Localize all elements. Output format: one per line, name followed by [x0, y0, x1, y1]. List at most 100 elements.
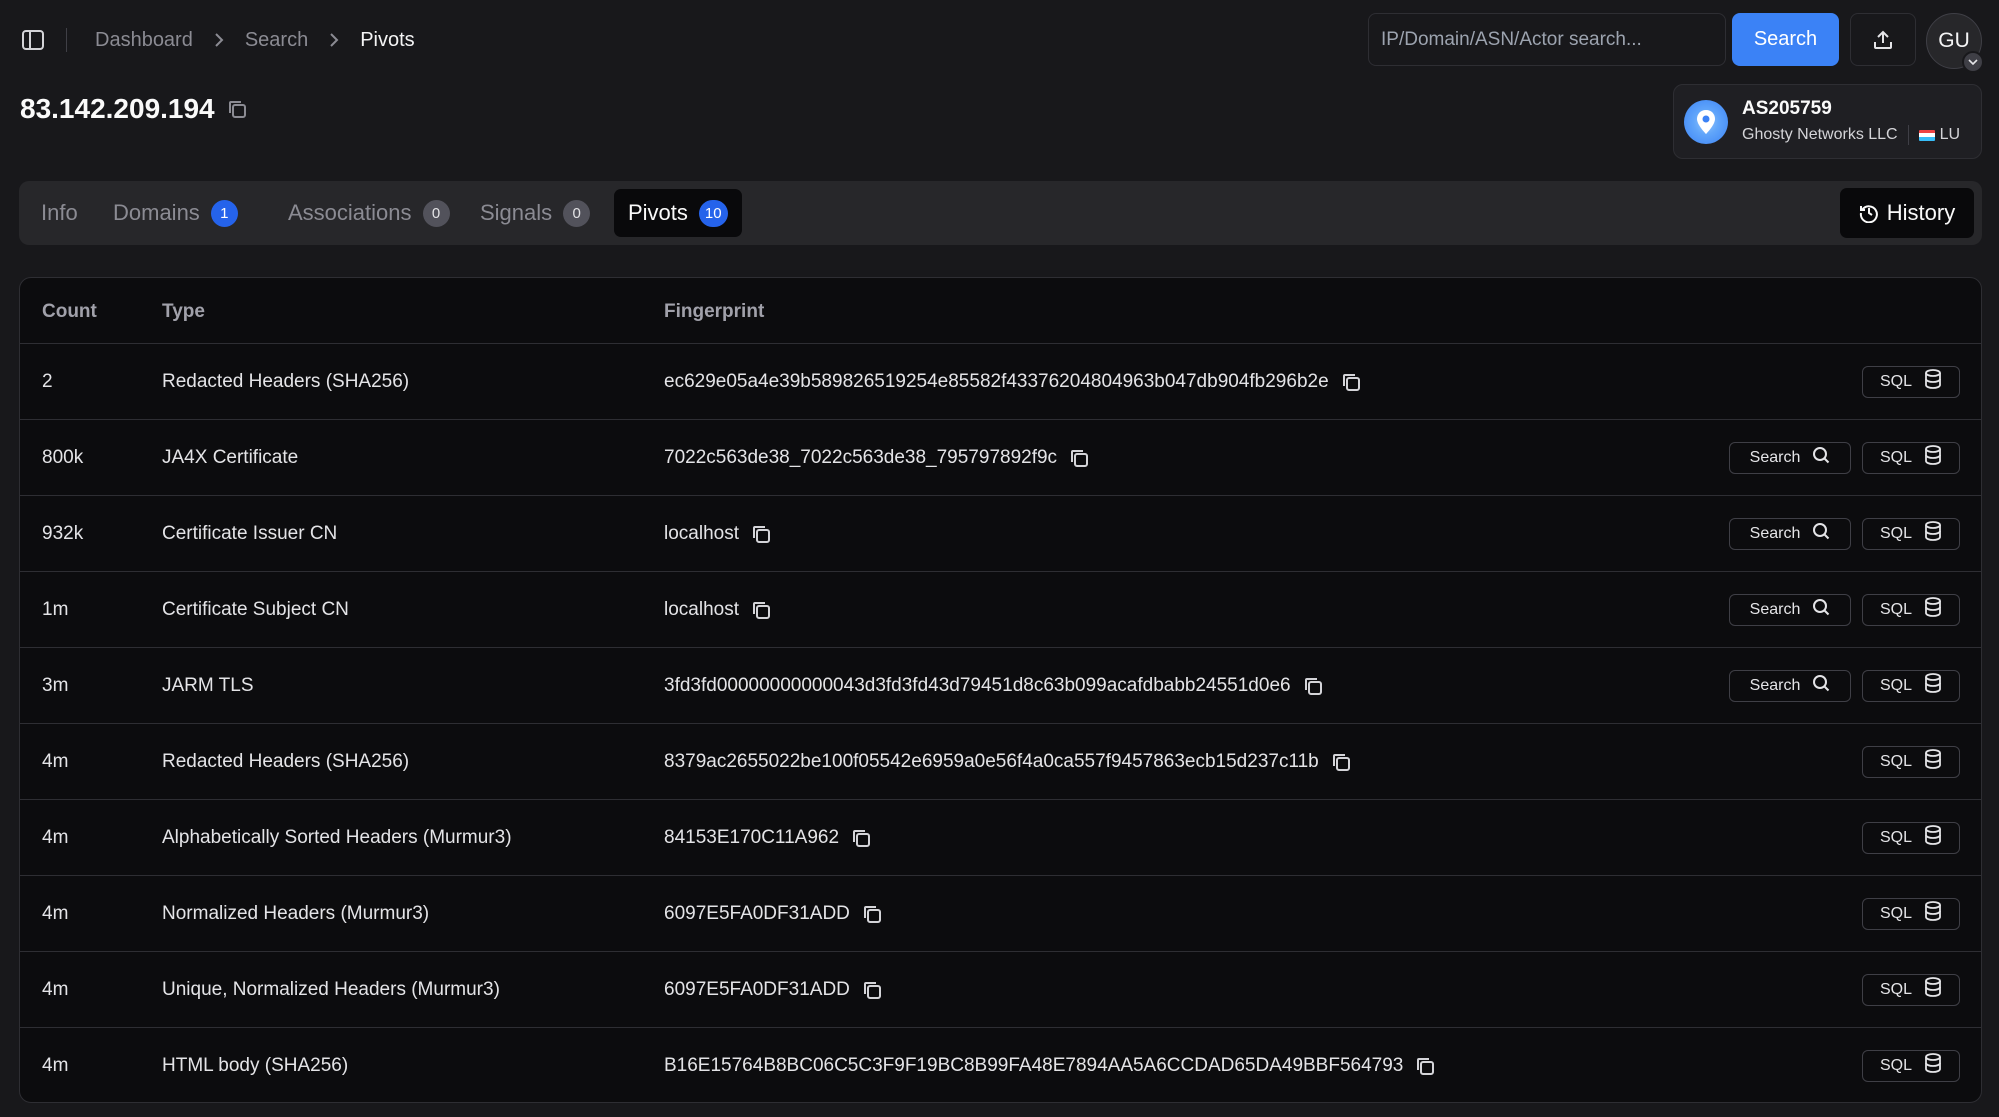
column-header-fingerprint[interactable]: Fingerprint: [664, 301, 764, 323]
search-button[interactable]: Search: [1732, 13, 1839, 66]
search-button-label: Search: [1749, 600, 1801, 618]
row-actions: SQL: [1862, 876, 1960, 951]
copy-icon[interactable]: [751, 524, 771, 544]
copy-icon[interactable]: [1069, 448, 1089, 468]
tab-label: Domains: [113, 200, 200, 225]
database-icon: [1924, 901, 1942, 926]
copy-icon[interactable]: [1341, 372, 1361, 392]
table-row: 4m HTML body (SHA256) B16E15764B8BC06C5C3F…: [20, 1028, 1981, 1102]
table-row: 2 Redacted Headers (SHA256) ec629e05a4e39b…: [20, 344, 1981, 420]
copy-icon[interactable]: [862, 980, 882, 1000]
search-button[interactable]: Search: [1729, 669, 1851, 702]
type-cell: Certificate Subject CN: [162, 598, 349, 620]
breadcrumb-pivots: Pivots: [360, 28, 415, 51]
type-cell: Normalized Headers (Murmur3): [162, 902, 430, 924]
type-cell: HTML body (SHA256): [162, 1054, 349, 1076]
tab-info[interactable]: Info: [27, 189, 92, 237]
divider: [66, 28, 67, 52]
database-icon: [1924, 673, 1942, 698]
tabs-bar: Info Domains 1 Associations 0 Signals 0 …: [19, 181, 1982, 245]
fingerprint-value: localhost: [664, 598, 739, 620]
fingerprint-cell: 84153E170C11A962: [664, 800, 871, 875]
count-cell: 4m: [42, 750, 69, 772]
asn-number: AS205759: [1742, 98, 1832, 119]
count-cell: 2: [42, 370, 53, 392]
database-icon: [1924, 597, 1942, 622]
count-cell: 1m: [42, 598, 69, 620]
copy-icon[interactable]: [227, 99, 247, 119]
copy-icon[interactable]: [1331, 752, 1351, 772]
sql-button[interactable]: SQL: [1862, 365, 1960, 398]
sql-button[interactable]: SQL: [1862, 745, 1960, 778]
row-actions: Search SQL: [1729, 572, 1960, 647]
location-pin-icon: [1684, 99, 1728, 144]
breadcrumb-search[interactable]: Search: [245, 29, 308, 52]
row-actions: SQL: [1862, 800, 1960, 875]
table-row: 1m Certificate Subject CN localhost Search S…: [20, 572, 1981, 648]
search-button[interactable]: Search: [1729, 593, 1851, 626]
pivots-table: Count Type Fingerprint 2 Redacted Headers…: [19, 277, 1982, 1103]
export-button[interactable]: [1850, 13, 1916, 66]
fingerprint-value: B16E15764B8BC06C5C3F9F19BC8B99FA48E7894A…: [664, 1054, 1404, 1076]
table-row: 3m JARM TLS 3fd3fd00000000000043d3fd3fd43d…: [20, 648, 1981, 724]
sql-button-label: SQL: [1879, 904, 1912, 922]
search-icon: [1812, 446, 1830, 469]
tab-label: Signals: [480, 200, 553, 225]
tab-pivots[interactable]: Pivots 10: [614, 189, 742, 237]
table-row: 4m Alphabetically Sorted Headers (Murmur3…: [20, 800, 1981, 876]
sql-button-label: SQL: [1879, 372, 1912, 390]
sql-button-label: SQL: [1879, 524, 1912, 542]
search-button[interactable]: Search: [1729, 517, 1851, 550]
history-button[interactable]: History: [1840, 188, 1974, 238]
tab-signals[interactable]: Signals 0: [466, 189, 604, 237]
fingerprint-cell: ec629e05a4e39b589826519254e85582f4337620…: [664, 344, 1361, 419]
search-button[interactable]: Search: [1729, 441, 1851, 474]
type-cell: JA4X Certificate: [162, 446, 299, 468]
sql-button[interactable]: SQL: [1862, 821, 1960, 854]
copy-icon[interactable]: [851, 828, 871, 848]
asn-org: Ghosty Networks LLC: [1742, 126, 1898, 143]
count-cell: 4m: [42, 1054, 69, 1076]
asn-card[interactable]: AS205759 Ghosty Networks LLC LU: [1673, 84, 1982, 159]
tab-label: Associations: [288, 200, 412, 225]
type-cell: Alphabetically Sorted Headers (Murmur3): [162, 826, 512, 848]
sql-button[interactable]: SQL: [1862, 973, 1960, 1006]
copy-icon[interactable]: [751, 600, 771, 620]
sql-button[interactable]: SQL: [1862, 897, 1960, 930]
search-input[interactable]: [1368, 13, 1726, 66]
chevron-right-icon: [193, 33, 245, 47]
count-badge: 0: [563, 199, 591, 227]
sql-button[interactable]: SQL: [1862, 593, 1960, 626]
column-header-type[interactable]: Type: [162, 301, 205, 323]
count-cell: 4m: [42, 826, 69, 848]
row-actions: Search SQL: [1729, 420, 1960, 495]
upload-icon: [1874, 30, 1892, 49]
tab-associations[interactable]: Associations 0: [274, 189, 464, 237]
sql-button-label: SQL: [1879, 980, 1912, 998]
sql-button-label: SQL: [1879, 752, 1912, 770]
chevron-down-icon[interactable]: [1962, 51, 1984, 73]
fingerprint-cell: localhost: [664, 496, 771, 571]
count-badge: 10: [698, 199, 728, 227]
tab-label: Pivots: [628, 200, 688, 225]
sql-button[interactable]: SQL: [1862, 1049, 1960, 1082]
tab-domains[interactable]: Domains 1: [99, 189, 252, 237]
count-badge: 0: [422, 199, 450, 227]
page-title: 83.142.209.194: [20, 93, 215, 124]
history-icon: [1859, 205, 1878, 223]
sql-button[interactable]: SQL: [1862, 517, 1960, 550]
row-actions: SQL: [1862, 344, 1960, 419]
copy-icon[interactable]: [1303, 676, 1323, 696]
fingerprint-cell: 6097E5FA0DF31ADD: [664, 876, 882, 951]
sql-button[interactable]: SQL: [1862, 441, 1960, 474]
database-icon: [1924, 825, 1942, 850]
tab-label: Info: [41, 200, 78, 225]
sql-button[interactable]: SQL: [1862, 669, 1960, 702]
copy-icon[interactable]: [1415, 1056, 1435, 1076]
sidebar-toggle-icon[interactable]: [20, 27, 46, 53]
table-row: 800k JA4X Certificate 7022c563de38_7022c56…: [20, 420, 1981, 496]
copy-icon[interactable]: [862, 904, 882, 924]
column-header-count[interactable]: Count: [42, 301, 97, 323]
breadcrumb-dashboard[interactable]: Dashboard: [95, 29, 193, 52]
count-cell: 932k: [42, 522, 84, 544]
